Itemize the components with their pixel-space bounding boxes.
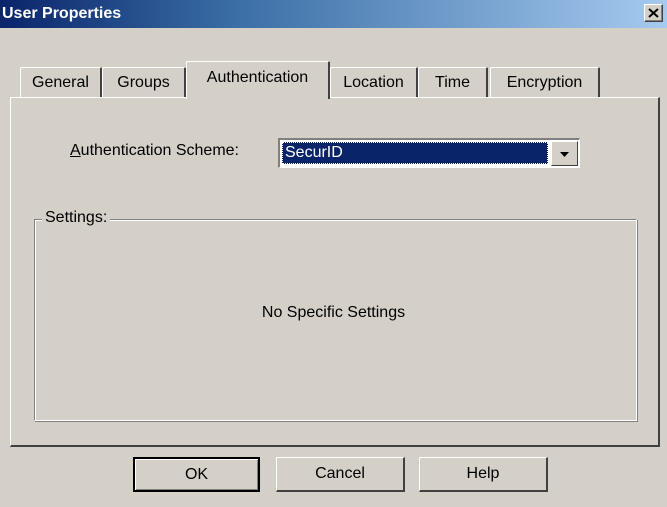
button-label: Cancel <box>315 465 365 482</box>
no-settings-message: No Specific Settings <box>261 304 406 321</box>
close-button[interactable] <box>644 4 663 22</box>
user-properties-dialog: User Properties General Groups Authentic… <box>0 0 667 507</box>
tab-label: Authentication <box>206 68 309 86</box>
accelerator-key: A <box>70 142 81 159</box>
tab-encryption[interactable]: Encryption <box>490 67 600 97</box>
tab-label: Time <box>435 73 470 91</box>
tab-label: General <box>32 73 89 91</box>
tab-label: Groups <box>117 73 170 91</box>
tab-location[interactable]: Location <box>330 67 418 97</box>
tab-general[interactable]: General <box>20 67 102 97</box>
tab-label: Encryption <box>506 73 583 91</box>
authentication-scheme-select[interactable]: SecurID <box>278 138 580 168</box>
help-button[interactable]: Help <box>419 457 548 492</box>
tab-time[interactable]: Time <box>418 67 488 97</box>
settings-title: Settings: <box>42 209 111 227</box>
title-bar[interactable]: User Properties <box>0 0 667 28</box>
close-icon <box>648 8 659 18</box>
cancel-button[interactable]: Cancel <box>276 457 405 492</box>
selected-value: SecurID <box>282 142 548 164</box>
window-title: User Properties <box>2 5 122 22</box>
dropdown-button[interactable] <box>551 141 578 166</box>
button-label: Help <box>466 465 500 482</box>
chevron-down-icon <box>560 145 569 163</box>
tab-label: Location <box>343 73 404 91</box>
ok-button[interactable]: OK <box>133 457 260 492</box>
tab-authentication[interactable]: Authentication <box>186 61 330 99</box>
tab-groups[interactable]: Groups <box>102 67 186 97</box>
button-label: OK <box>184 465 209 483</box>
label-text: uthentication Scheme: <box>80 142 239 159</box>
authentication-scheme-label: Authentication Scheme: <box>70 142 239 160</box>
